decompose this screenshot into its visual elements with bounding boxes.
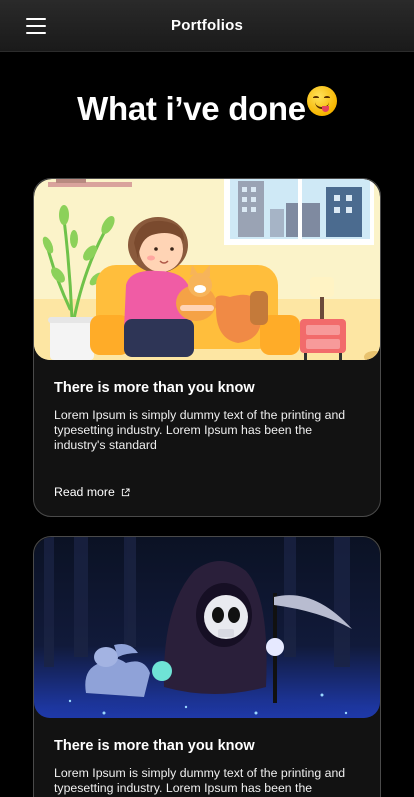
- card-title: There is more than you know: [54, 380, 255, 396]
- card-description: Lorem Ipsum is simply dummy text of the …: [54, 408, 346, 452]
- page-title: Portfolios: [171, 17, 243, 34]
- read-more-link[interactable]: Read more: [54, 485, 130, 499]
- section-headline: What i’ve done: [0, 86, 414, 128]
- top-bar: Portfolios: [0, 0, 414, 52]
- headline-text: What i’ve done: [77, 90, 306, 127]
- card-description: Lorem Ipsum is simply dummy text of the …: [54, 766, 346, 795]
- portfolio-card[interactable]: There is more than you know Lorem Ipsum …: [33, 536, 381, 797]
- girl-with-cat-illustration: [34, 179, 380, 360]
- hamburger-menu-icon[interactable]: [26, 18, 46, 34]
- portfolio-card[interactable]: There is more than you know Lorem Ipsum …: [33, 178, 381, 517]
- external-link-icon: [121, 487, 130, 496]
- card-title: There is more than you know: [54, 738, 255, 754]
- grim-reaper-illustration: [34, 537, 380, 718]
- face-savoring-food-emoji: [306, 86, 337, 116]
- read-more-label: Read more: [54, 485, 115, 499]
